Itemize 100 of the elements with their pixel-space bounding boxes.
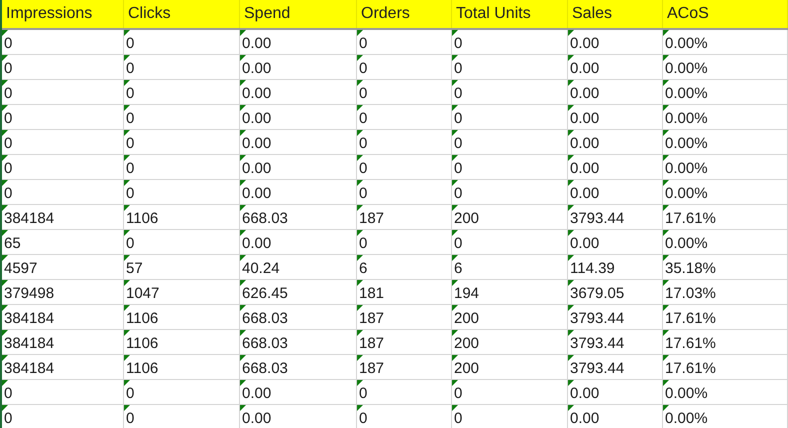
error-indicator-icon [124, 105, 130, 111]
table-cell: 0 [454, 85, 462, 102]
table-cell: 17.61% [665, 360, 716, 377]
table-cell: 0 [126, 85, 134, 102]
table-cell: 0 [454, 185, 462, 202]
table-cell: 3679.05 [570, 285, 624, 302]
table-cell: 35.18% [665, 260, 716, 277]
error-indicator-icon [663, 255, 669, 261]
table-cell: 6 [454, 260, 462, 277]
table-cell: 3793.44 [570, 210, 624, 227]
error-indicator-icon [568, 55, 574, 61]
error-indicator-icon [452, 180, 458, 186]
table-cell: 0 [4, 85, 12, 102]
error-indicator-icon [452, 380, 458, 386]
table-cell: 6 [359, 260, 368, 277]
table-cell: 3793.44 [570, 310, 624, 327]
error-indicator-icon [663, 180, 669, 186]
table-cell: 0 [359, 135, 368, 152]
table-cell: 0.00 [570, 60, 600, 77]
error-indicator-icon [357, 305, 363, 311]
error-indicator-icon [124, 130, 130, 136]
error-indicator-icon [663, 105, 669, 111]
table-cell: 200 [454, 210, 480, 227]
table-cell: 0 [454, 135, 462, 152]
error-indicator-icon [124, 405, 130, 411]
table-cell: 0.00 [570, 35, 600, 52]
error-indicator-icon [240, 230, 246, 236]
error-indicator-icon [240, 55, 246, 61]
error-indicator-icon [357, 380, 363, 386]
table-cell: 0 [359, 235, 368, 252]
error-indicator-icon [124, 205, 130, 211]
error-indicator-icon [2, 380, 8, 386]
table-cell: 0 [126, 35, 134, 52]
error-indicator-icon [2, 30, 8, 36]
table-cell: 200 [454, 310, 480, 327]
error-indicator-icon [2, 255, 8, 261]
table-cell: 0.00% [665, 410, 708, 427]
table-cell: 0 [126, 385, 134, 402]
column-header: Clicks [124, 0, 240, 28]
error-indicator-icon [357, 330, 363, 336]
error-indicator-icon [357, 405, 363, 411]
table-cell: 17.61% [665, 310, 716, 327]
table-cell: 0.00 [242, 160, 272, 177]
error-indicator-icon [124, 180, 130, 186]
error-indicator-icon [568, 155, 574, 161]
table-cell: 668.03 [242, 210, 288, 227]
error-indicator-icon [240, 330, 246, 336]
error-indicator-icon [452, 255, 458, 261]
error-indicator-icon [240, 30, 246, 36]
error-indicator-icon [124, 330, 130, 336]
table-cell: 384184 [4, 310, 54, 327]
error-indicator-icon [240, 205, 246, 211]
table-cell: 0.00% [665, 185, 708, 202]
table-cell: 626.45 [242, 285, 288, 302]
error-indicator-icon [240, 105, 246, 111]
error-indicator-icon [568, 180, 574, 186]
error-indicator-icon [452, 205, 458, 211]
table-cell: 0 [359, 85, 368, 102]
table-cell: 0 [454, 110, 462, 127]
table-cell: 0 [4, 60, 12, 77]
table-cell: 200 [454, 335, 480, 352]
column-header: Sales [568, 0, 663, 28]
table-cell: 384184 [4, 360, 54, 377]
table-cell: 0.00 [242, 85, 272, 102]
error-indicator-icon [124, 55, 130, 61]
error-indicator-icon [663, 80, 669, 86]
error-indicator-icon [452, 55, 458, 61]
error-indicator-icon [357, 255, 363, 261]
table-cell: 17.03% [665, 285, 716, 302]
error-indicator-icon [663, 230, 669, 236]
table-cell: 0 [126, 160, 134, 177]
error-indicator-icon [357, 80, 363, 86]
error-indicator-icon [2, 405, 8, 411]
table-cell: 187 [359, 310, 384, 327]
table-cell: 200 [454, 360, 480, 377]
error-indicator-icon [663, 380, 669, 386]
table-cell: 0 [4, 110, 12, 127]
error-indicator-icon [124, 80, 130, 86]
error-indicator-icon [2, 280, 8, 286]
error-indicator-icon [663, 30, 669, 36]
error-indicator-icon [124, 305, 130, 311]
column-header: ACoS [663, 0, 788, 28]
table-cell: 65 [4, 235, 21, 252]
table-cell: 668.03 [242, 335, 288, 352]
table-cell: 0.00 [570, 235, 600, 252]
table-cell: 668.03 [242, 360, 288, 377]
error-indicator-icon [663, 355, 669, 361]
table-cell: 0 [359, 385, 368, 402]
table-cell: 0.00 [242, 185, 272, 202]
error-indicator-icon [568, 280, 574, 286]
error-indicator-icon [452, 80, 458, 86]
table-cell: 0.00% [665, 160, 708, 177]
error-indicator-icon [2, 230, 8, 236]
error-indicator-icon [452, 305, 458, 311]
table-cell: 0 [454, 385, 462, 402]
error-indicator-icon [568, 355, 574, 361]
table-cell: 114.39 [570, 260, 615, 277]
error-indicator-icon [452, 405, 458, 411]
error-indicator-icon [568, 80, 574, 86]
table-cell: 0 [126, 185, 134, 202]
